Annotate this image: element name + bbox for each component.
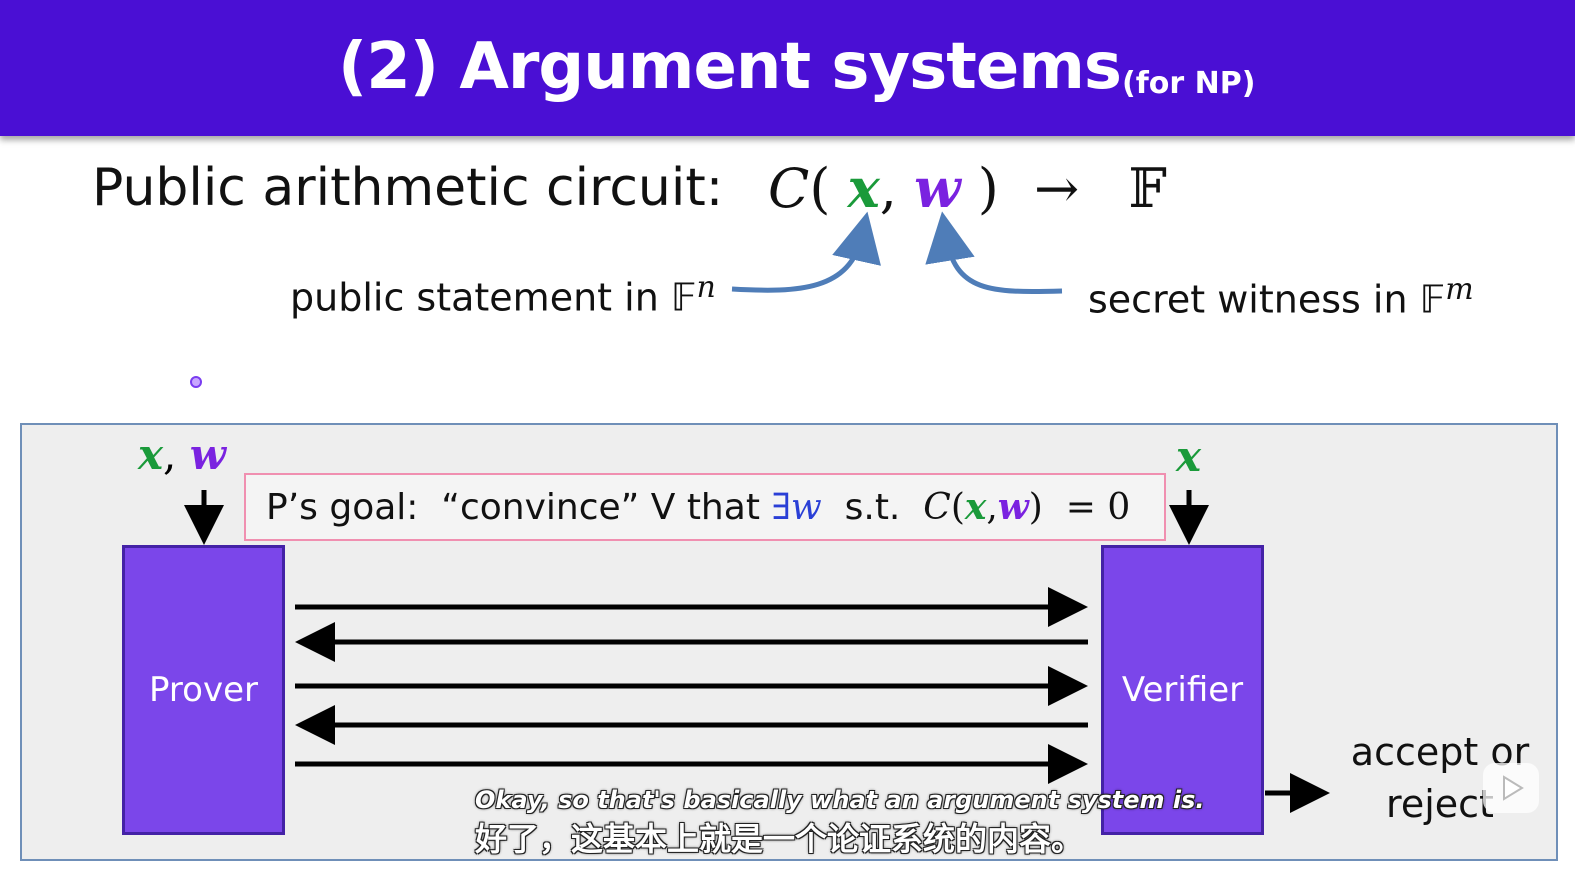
message-arrows: [184, 490, 1330, 813]
subtitle-chinese: 好了，这基本上就是一个论证系统的内容。: [475, 820, 1084, 858]
subtitle-english: Okay, so that's basically what an argume…: [475, 786, 1205, 814]
play-icon[interactable]: [1483, 763, 1539, 813]
